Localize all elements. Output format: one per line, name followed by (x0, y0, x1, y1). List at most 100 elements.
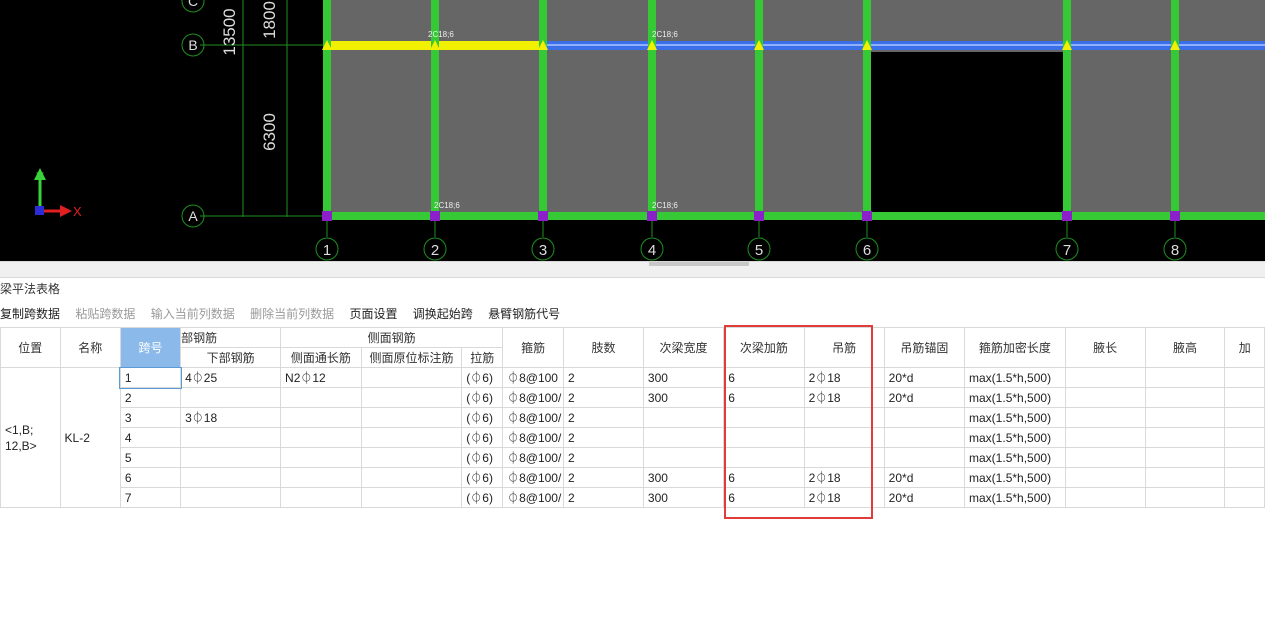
cell-haunch-height[interactable] (1144, 387, 1226, 408)
cell-secondary-beam-rebar[interactable] (723, 427, 805, 448)
cell-hanger-anchor[interactable] (883, 407, 966, 428)
cell-stirrup[interactable]: ⏀8@100/ (502, 447, 565, 468)
paste-span-data-button[interactable]: 粘贴跨数据 (75, 305, 135, 322)
cell-legs[interactable]: 2 (563, 467, 644, 488)
cell-tie[interactable]: (⏀6) (461, 407, 504, 428)
cell-hanger[interactable]: 2⏀18 (803, 367, 885, 388)
cell-secondary-beam-width[interactable]: 300 (642, 367, 725, 388)
cell-haunch-length[interactable] (1064, 467, 1146, 488)
cell-hanger-anchor[interactable]: 20*d (883, 367, 966, 388)
cell-dense-length[interactable]: max(1.5*h,500) (964, 367, 1066, 388)
column-beam[interactable] (1171, 0, 1179, 220)
cell-haunch-height[interactable] (1144, 367, 1226, 388)
cell-side-through[interactable] (280, 427, 362, 448)
header-side-inplace-rebar[interactable]: 侧面原位标注筋 (360, 347, 463, 368)
page-settings-button[interactable]: 页面设置 (349, 305, 397, 322)
cell-secondary-beam-rebar[interactable]: 6 (723, 467, 805, 488)
cell-stirrup[interactable]: ⏀8@100/ (502, 487, 565, 508)
cell-tie[interactable]: (⏀6) (461, 367, 504, 388)
cell-dense-length[interactable]: max(1.5*h,500) (964, 447, 1066, 468)
cell-bottom-rebar[interactable]: 4⏀25 (180, 367, 282, 388)
cell-span-no[interactable]: 3 (119, 407, 182, 428)
cell-hanger[interactable]: 2⏀18 (803, 467, 885, 488)
cell-secondary-beam-width[interactable]: 300 (642, 387, 725, 408)
cell-side-through[interactable] (280, 387, 362, 408)
cell-side-inplace[interactable] (360, 407, 463, 428)
cell-secondary-beam-width[interactable] (642, 447, 725, 468)
column-beam[interactable] (755, 0, 763, 220)
cell-position[interactable]: <1,B; 12,B> (0, 367, 61, 508)
header-stirrup[interactable]: 箍筋 (502, 327, 565, 368)
cell-haunch-height[interactable] (1144, 487, 1226, 508)
cell-span-no[interactable]: 6 (119, 467, 182, 488)
cell-side-inplace[interactable] (360, 467, 463, 488)
cell-haunch-length[interactable] (1064, 487, 1146, 508)
cell-secondary-beam-rebar[interactable]: 6 (723, 367, 805, 388)
header-tie-rebar[interactable]: 拉筋 (461, 347, 504, 368)
cell-span-no[interactable]: 5 (119, 447, 182, 468)
cell-side-inplace[interactable] (360, 447, 463, 468)
cell-haunch-height[interactable] (1144, 447, 1226, 468)
cell-side-through[interactable] (280, 467, 362, 488)
header-stirrup-dense-length[interactable]: 箍筋加密长度 (964, 327, 1066, 368)
cell-hanger-anchor[interactable]: 20*d (883, 387, 966, 408)
cell-tie[interactable]: (⏀6) (461, 387, 504, 408)
header-bottom-rebar[interactable]: 下部钢筋 (180, 347, 282, 368)
input-column-data-button[interactable]: 输入当前列数据 (151, 305, 235, 322)
cell-more[interactable] (1224, 367, 1265, 388)
beam-axis-a[interactable] (325, 212, 1265, 220)
header-more[interactable]: 加 (1224, 327, 1265, 368)
cell-secondary-beam-rebar[interactable]: 6 (723, 487, 805, 508)
cell-stirrup[interactable]: ⏀8@100/ (502, 387, 565, 408)
cell-side-inplace[interactable] (360, 387, 463, 408)
cell-more[interactable] (1224, 487, 1265, 508)
cell-span-no[interactable]: 7 (119, 487, 182, 508)
header-haunch-length[interactable]: 腋长 (1064, 327, 1146, 368)
cell-haunch-length[interactable] (1064, 447, 1146, 468)
cell-bottom-rebar[interactable]: 3⏀18 (180, 407, 282, 428)
column-beam[interactable] (323, 0, 331, 220)
cell-secondary-beam-width[interactable] (642, 407, 725, 428)
cell-hanger[interactable] (803, 447, 885, 468)
header-legs[interactable]: 肢数 (563, 327, 644, 368)
cell-secondary-beam-rebar[interactable] (723, 447, 805, 468)
cell-dense-length[interactable]: max(1.5*h,500) (964, 427, 1066, 448)
header-hanger-rebar[interactable]: 吊筋 (803, 327, 885, 368)
cell-hanger[interactable]: 2⏀18 (803, 487, 885, 508)
column-beam[interactable] (539, 0, 547, 220)
cell-side-inplace[interactable] (360, 367, 463, 388)
splitter-grip[interactable] (649, 262, 749, 266)
cell-more[interactable] (1224, 407, 1265, 428)
cell-secondary-beam-width[interactable]: 300 (642, 467, 725, 488)
cell-tie[interactable]: (⏀6) (461, 427, 504, 448)
cell-side-through[interactable]: N2⏀12 (280, 367, 362, 388)
cell-dense-length[interactable]: max(1.5*h,500) (964, 387, 1066, 408)
cell-bottom-rebar[interactable] (180, 487, 282, 508)
cell-dense-length[interactable]: max(1.5*h,500) (964, 487, 1066, 508)
cell-hanger-anchor[interactable]: 20*d (883, 487, 966, 508)
header-secondary-beam-width[interactable]: 次梁宽度 (642, 327, 725, 368)
cell-legs[interactable]: 2 (563, 387, 644, 408)
cell-hanger[interactable] (803, 407, 885, 428)
cell-side-inplace[interactable] (360, 427, 463, 448)
cell-secondary-beam-rebar[interactable] (723, 407, 805, 428)
cell-stirrup[interactable]: ⏀8@100/ (502, 407, 565, 428)
cell-haunch-length[interactable] (1064, 427, 1146, 448)
column-beam[interactable] (863, 0, 871, 220)
cell-dense-length[interactable]: max(1.5*h,500) (964, 467, 1066, 488)
cell-more[interactable] (1224, 467, 1265, 488)
cell-more[interactable] (1224, 447, 1265, 468)
cell-side-through[interactable] (280, 487, 362, 508)
cell-name[interactable]: KL-2 (59, 367, 121, 508)
cell-span-no[interactable]: 4 (119, 427, 182, 448)
cell-tie[interactable]: (⏀6) (461, 447, 504, 468)
cell-hanger-anchor[interactable] (883, 427, 966, 448)
copy-span-data-button[interactable]: 复制跨数据 (0, 305, 60, 322)
cad-drawing-canvas[interactable]: 13500 1800 6300 C B A 1 2 3 4 5 6 7 8 2C18;6 2C… (0, 0, 1265, 261)
cell-bottom-rebar[interactable] (180, 427, 282, 448)
cell-haunch-height[interactable] (1144, 427, 1226, 448)
delete-column-data-button[interactable]: 删除当前列数据 (250, 305, 334, 322)
cell-more[interactable] (1224, 427, 1265, 448)
cell-more[interactable] (1224, 387, 1265, 408)
cell-span-no[interactable]: 2 (119, 387, 182, 408)
